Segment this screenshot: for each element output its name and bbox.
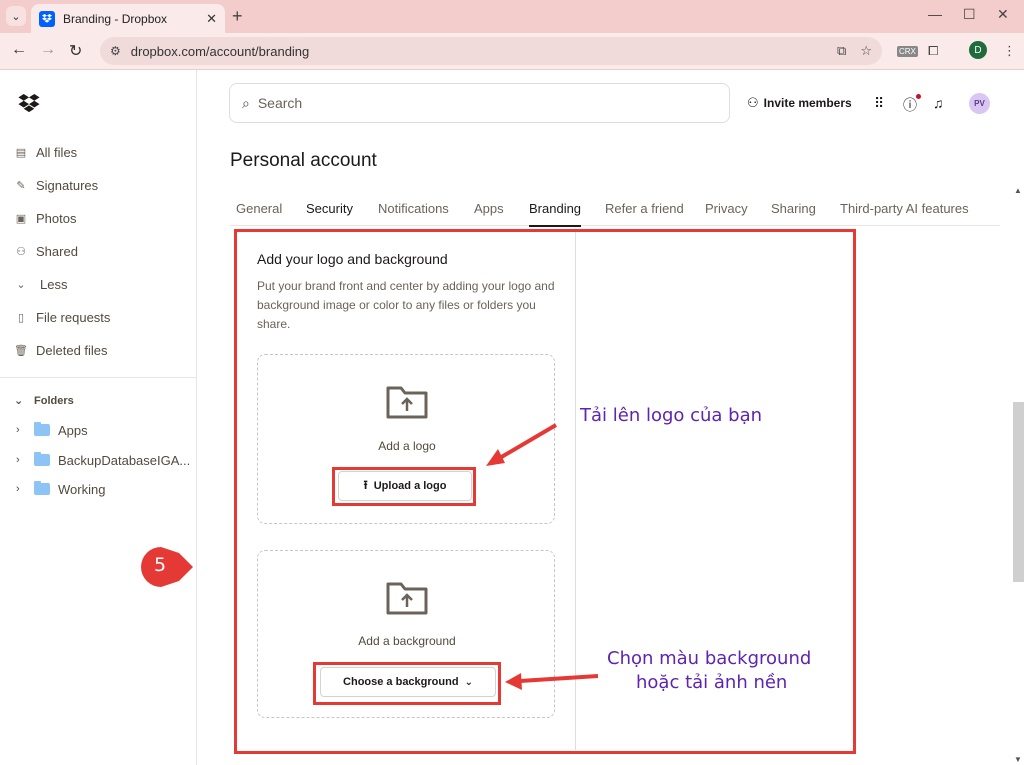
arrow-to-background-icon [505,673,599,690]
arrow-to-upload-icon [486,423,558,466]
scrollbar-thumb[interactable] [1013,402,1024,582]
step-number: 5 [154,554,167,576]
scroll-down-icon[interactable]: ▼ [1014,755,1022,764]
step-badge: 5 [139,545,193,589]
annotation-logo-note: Tải lên logo của bạn [580,405,763,426]
annotation-bg-note-line1: Chọn màu background [607,648,812,669]
scroll-up-icon[interactable]: ▲ [1014,186,1022,195]
annotation-arrows [486,423,599,690]
annotation-bg-note-line2: hoặc tải ảnh nền [636,672,788,693]
